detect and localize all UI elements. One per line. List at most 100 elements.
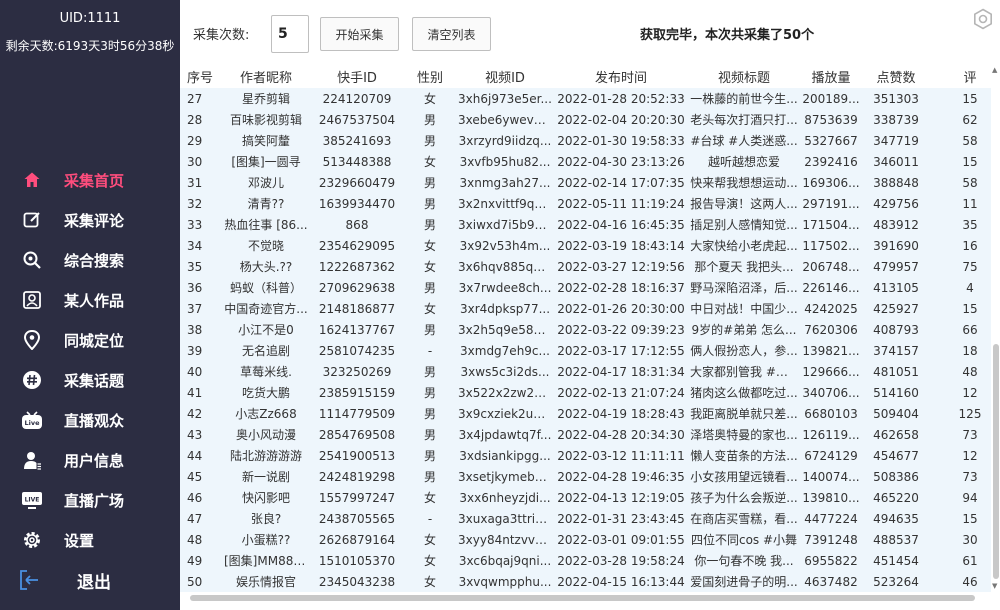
table-cell: 3xvqwmpphu...: [456, 571, 554, 592]
table-row[interactable]: 43 奥小风动漫 2854769508 男 3x4jpdawtq7f... 2022-04…: [180, 424, 1000, 445]
table-cell: 129666...: [800, 361, 862, 382]
table-row[interactable]: 45 新一说剧 2424819298 男 3xsetjkymeb6... 2022-04-…: [180, 466, 1000, 487]
table-row[interactable]: 35 杨大头.?? 1222687362 女 3x6hqv885qq... 2022-03…: [180, 256, 1000, 277]
table-cell: 43: [180, 424, 222, 445]
vertical-scrollbar[interactable]: ▲ ▼: [991, 64, 1000, 592]
logout-button[interactable]: 退出: [0, 563, 180, 597]
table-cell: 15: [930, 508, 1000, 529]
horizontal-scrollbar[interactable]: [180, 592, 992, 610]
table-row[interactable]: 27 星乔剪辑 224120709 女 3xh6j973e5er... 2022-01-2…: [180, 88, 1000, 109]
horizontal-scroll-thumb[interactable]: [190, 595, 975, 601]
table-cell: 2329660479: [310, 172, 404, 193]
table-cell: 蚂蚁（科普）: [222, 277, 310, 298]
table-row[interactable]: 47 张良? 2438705565-3xuxaga3ttrivgi 2022-01-3…: [180, 508, 1000, 529]
table-row[interactable]: 29 搞笑阿釐 385241693 男 3xrzyrd9iidzq... 2022-01-…: [180, 130, 1000, 151]
sidebar-item-works[interactable]: 某人作品: [0, 280, 180, 320]
table-cell: 3xr4dpksp77...: [456, 298, 554, 319]
table-cell: 46: [930, 571, 1000, 592]
table-row[interactable]: 36 蚂蚁（科普） 2709629638 男 3x7rwdee8ch... 2022-02…: [180, 277, 1000, 298]
column-header[interactable]: 视频ID: [456, 64, 554, 88]
table-row[interactable]: 31 邓波儿 2329660479 男 3xnmg3ah27... 2022-02-14 …: [180, 172, 1000, 193]
table-cell: 32: [180, 193, 222, 214]
table-cell: 50: [180, 571, 222, 592]
table-cell: 2022-03-12 11:11:11: [554, 445, 688, 466]
table-cell: 张良?: [222, 508, 310, 529]
table-row[interactable]: 41 吃货大鹏 2385915159 男 3x522x2zw2ej... 2022-02-…: [180, 382, 1000, 403]
table-cell: 大家都别管我 #妥...: [688, 361, 800, 382]
table-row[interactable]: 48 小蛋糕?? 2626879164 女 3xyy84ntzvvb... 2022-03…: [180, 529, 1000, 550]
scroll-up-arrow[interactable]: ▲: [992, 66, 997, 74]
table-row[interactable]: 37 中国奇迹官方... 2148186877 女 3xr4dpksp77... 2022…: [180, 298, 1000, 319]
vertical-scroll-thumb[interactable]: [993, 344, 999, 579]
sidebar-item-live-audience[interactable]: Live 直播观众: [0, 400, 180, 440]
table-cell: 140074...: [800, 466, 862, 487]
table-row[interactable]: 50 娱乐情报官 2345043238 女 3xvqwmpphu... 2022-04-1…: [180, 571, 1000, 592]
start-collect-button[interactable]: 开始采集: [320, 17, 399, 51]
table-cell: 16: [930, 235, 1000, 256]
results-table[interactable]: 序号 作者昵称 快手ID 性别 视频ID 发布时间 视频标题 播放量 点赞数评 27 星乔剪辑 22…: [180, 64, 1000, 610]
table-cell: 488537: [862, 529, 930, 550]
table-row[interactable]: 33 热血往事 [86... 868 男 3xiwxd7i5b9n... 2022-04-…: [180, 214, 1000, 235]
table-cell: 9岁的#弟弟 怎么...: [688, 319, 800, 340]
sidebar-item-live-square[interactable]: LIVE 直播广场: [0, 480, 180, 520]
scroll-down-arrow[interactable]: ▼: [992, 582, 997, 590]
column-header[interactable]: 性别: [404, 64, 456, 88]
table-row[interactable]: 46 快闪影吧 1557997247 女 3xx6nheyzjdi... 2022-04-…: [180, 487, 1000, 508]
table-cell: 483912: [862, 214, 930, 235]
table-cell: 48: [930, 361, 1000, 382]
column-header[interactable]: 播放量: [800, 64, 862, 88]
column-header[interactable]: 快手ID: [310, 64, 404, 88]
table-cell: 清青??: [222, 193, 310, 214]
sidebar-item-label: 综合搜索: [64, 251, 125, 270]
table-cell: 男: [404, 466, 456, 487]
table-cell: 2581074235: [310, 340, 404, 361]
column-header[interactable]: 发布时间: [554, 64, 688, 88]
table-cell: 老头每次打酒只打...: [688, 109, 800, 130]
table-row[interactable]: 30 [图集]一圆寻 513448388 女 3xvfb95hu82... 2022-04…: [180, 151, 1000, 172]
table-row[interactable]: 28 百味影视剪辑 2467537504 男 3xebe6yweve... 2022-02…: [180, 109, 1000, 130]
table-cell: 18: [930, 340, 1000, 361]
table-row[interactable]: 44 陆北游游游游 2541900513 男 3xdsiankipgg... 2022-0…: [180, 445, 1000, 466]
table-cell: 408793: [862, 319, 930, 340]
table-cell: 中日对战！中国少...: [688, 298, 800, 319]
table-cell: 女: [404, 235, 456, 256]
table-cell: 2709629638: [310, 277, 404, 298]
settings-gear-icon[interactable]: [972, 8, 994, 30]
table-cell: 36: [180, 277, 222, 298]
sidebar-item-location[interactable]: 同城定位: [0, 320, 180, 360]
table-row[interactable]: 34 不觉晓 2354629095 女 3x92v53h4m... 2022-03-19 …: [180, 235, 1000, 256]
table-cell: 搞笑阿釐: [222, 130, 310, 151]
clear-list-button[interactable]: 清空列表: [412, 17, 491, 51]
table-cell: 2354629095: [310, 235, 404, 256]
table-cell: 2392416: [800, 151, 862, 172]
table-cell: 523264: [862, 571, 930, 592]
table-cell: 11: [930, 193, 1000, 214]
column-header[interactable]: 评: [930, 64, 1000, 88]
sidebar-item-comments[interactable]: 采集评论: [0, 200, 180, 240]
table-cell: 12: [930, 445, 1000, 466]
hashtag-icon: [20, 368, 44, 392]
sidebar-item-settings[interactable]: 设置: [0, 520, 180, 560]
table-row[interactable]: 49 [图集]MM88_... 1510105370 女 3xc6bqaj9qni...…: [180, 550, 1000, 571]
column-header[interactable]: 视频标题: [688, 64, 800, 88]
sidebar-item-home[interactable]: 采集首页: [0, 160, 180, 200]
table-row[interactable]: 38 小江不是0 1624137767 男 3x2h5q9e58u... 2022-03-…: [180, 319, 1000, 340]
count-input[interactable]: [271, 15, 309, 53]
table-row[interactable]: 42 小志Zz668 1114779509 男 3x9cxziek2uvj... 2022…: [180, 403, 1000, 424]
table-cell: 一株藤的前世今生...: [688, 88, 800, 109]
table-cell: 男: [404, 424, 456, 445]
column-header[interactable]: 点赞数: [862, 64, 930, 88]
table-row[interactable]: 39 无名追剧 2581074235-3xmdg7eh9c... 2022-03-17…: [180, 340, 1000, 361]
sidebar-item-search[interactable]: 综合搜索: [0, 240, 180, 280]
table-row[interactable]: 32 清青?? 1639934470 男 3x2nxvittf9q3... 2022-05…: [180, 193, 1000, 214]
table-row[interactable]: 40 草莓米线. 323250269 男 3xws5c3i2ds... 2022-04-1…: [180, 361, 1000, 382]
column-header[interactable]: 作者昵称: [222, 64, 310, 88]
table-cell: 野马深陷沼泽，后...: [688, 277, 800, 298]
sidebar-item-user-info[interactable]: 用户信息: [0, 440, 180, 480]
table-cell: 3x92v53h4m...: [456, 235, 554, 256]
table-cell: 465220: [862, 487, 930, 508]
sidebar-item-topics[interactable]: 采集话题: [0, 360, 180, 400]
svg-text:LIVE: LIVE: [25, 497, 40, 504]
table-cell: 2022-03-01 09:01:55: [554, 529, 688, 550]
column-header[interactable]: 序号: [180, 64, 222, 88]
